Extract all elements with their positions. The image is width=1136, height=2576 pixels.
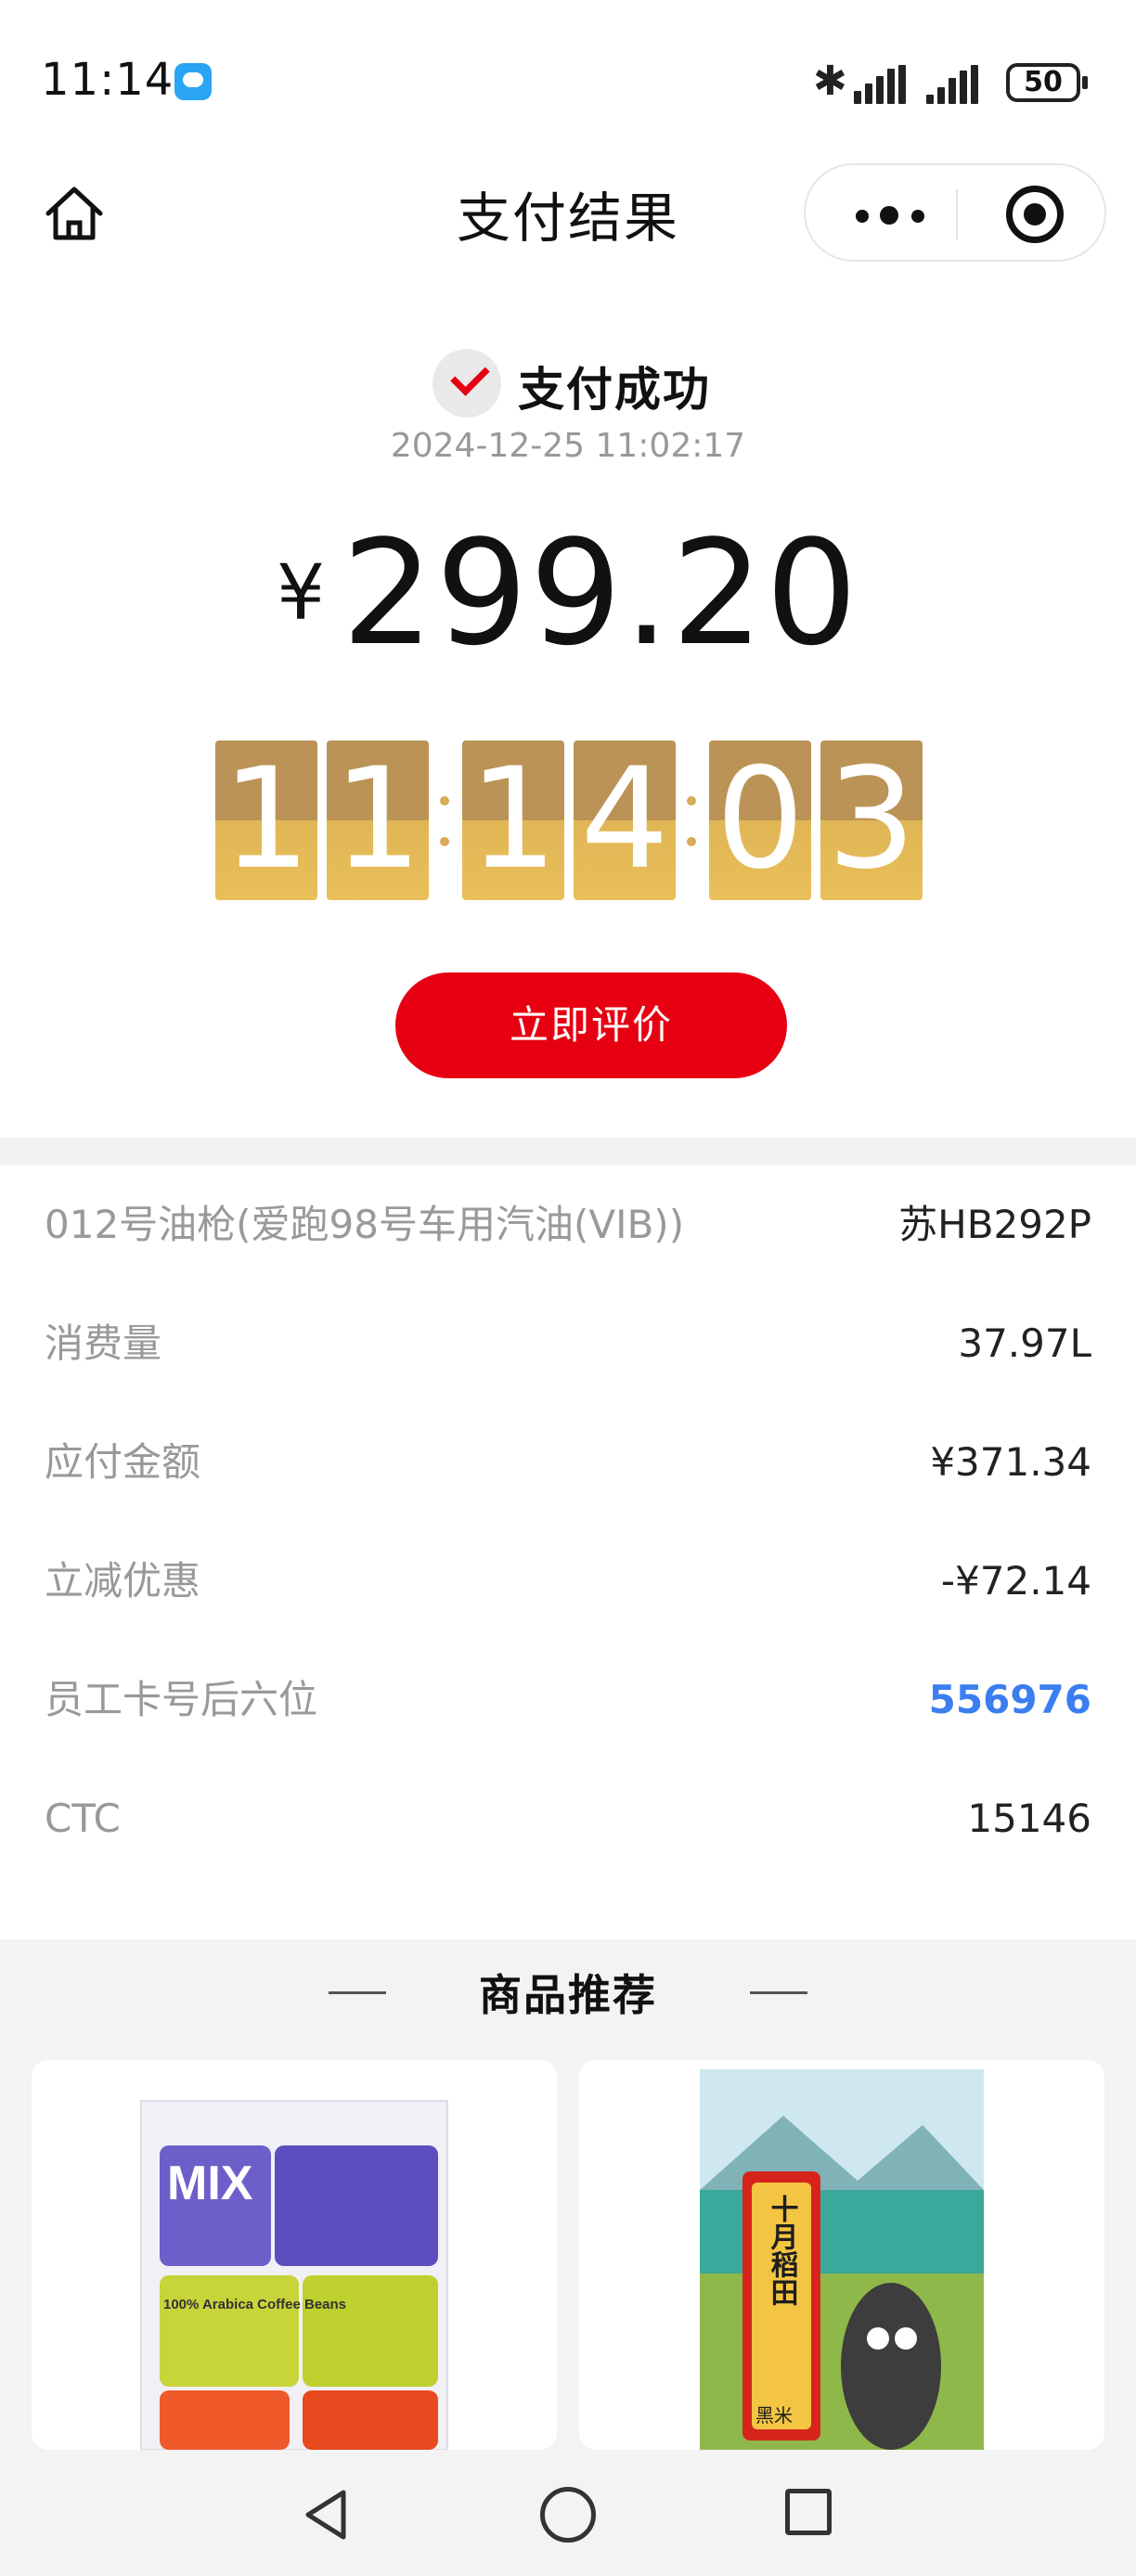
detail-label: 立减优惠 [45, 1558, 201, 1604]
amount-value: 299.20 [342, 509, 860, 677]
detail-label: 消费量 [45, 1320, 162, 1366]
back-icon[interactable] [299, 2487, 355, 2543]
detail-label: 应付金额 [45, 1439, 201, 1485]
signal-icon [854, 65, 906, 104]
detail-row-employee-card: 员工卡号后六位 556976 [0, 1641, 1136, 1759]
clock-colon [434, 741, 455, 900]
home-circle-icon[interactable] [540, 2487, 596, 2543]
detail-row-nozzle: 012号油枪(爱跑98号车用汽油(VIB)) 苏HB292P [0, 1166, 1136, 1284]
coffee-sub-text: 100% Arabica Coffee Beans [163, 2297, 346, 2312]
clock-digit: 0 [709, 741, 811, 900]
status-bar: 11:14 ✱ 50 [0, 0, 1136, 167]
message-notification-icon [174, 63, 212, 100]
close-miniprogram-icon[interactable] [1006, 186, 1064, 243]
product-recommendations: 商品推荐 MIX 100% Arabica Coffee Beans 十月稻田 [0, 1939, 1136, 2450]
detail-row-ctc: CTC 15146 [0, 1759, 1136, 1878]
payment-status: 支付成功 [518, 363, 711, 417]
currency-symbol: ¥ [276, 549, 326, 638]
detail-row-discount: 立减优惠 -¥72.14 [0, 1522, 1136, 1641]
system-navigation-bar [0, 2450, 1136, 2576]
capsule-divider [956, 189, 958, 239]
payment-datetime: 2024-12-25 11:02:17 [390, 427, 746, 465]
recommend-title: 商品推荐 [479, 1970, 657, 2020]
detail-label: 员工卡号后六位 [45, 1677, 318, 1722]
detail-value: 37.97L [958, 1320, 1091, 1366]
status-time: 11:14 [41, 54, 174, 106]
detail-label: 012号油枪(爱跑98号车用汽油(VIB)) [45, 1202, 685, 1247]
signal-icon-2 [926, 65, 978, 104]
detail-row-payable: 应付金额 ¥371.34 [0, 1403, 1136, 1522]
flip-clock: 1 1 1 4 0 3 [215, 741, 923, 900]
title-line-right [750, 1991, 807, 1994]
detail-row-volume: 消费量 37.97L [0, 1284, 1136, 1403]
rice-brand-text: 十月稻田 [766, 2195, 799, 2306]
section-divider [0, 1138, 1136, 1166]
clock-digit: 4 [574, 741, 676, 900]
rice-sub-text: 黑米 [755, 2404, 793, 2427]
employee-card-link[interactable]: 556976 [929, 1641, 1091, 1759]
detail-value: ¥371.34 [930, 1439, 1091, 1485]
coffee-brand-text: MIX [167, 2157, 253, 2210]
product-card[interactable]: MIX 100% Arabica Coffee Beans [32, 2060, 557, 2450]
coffee-product-image: MIX 100% Arabica Coffee Beans [32, 2060, 557, 2450]
clock-colon [681, 741, 702, 900]
clock-digit: 1 [462, 741, 564, 900]
clock-digit: 1 [327, 741, 429, 900]
detail-value: -¥72.14 [940, 1558, 1091, 1604]
success-check-icon [432, 349, 501, 418]
payment-amount: ¥299.20 [0, 509, 1136, 677]
review-button[interactable]: 立即评价 [395, 972, 787, 1078]
recent-apps-icon[interactable] [785, 2489, 832, 2535]
miniprogram-capsule [804, 163, 1106, 262]
bluetooth-icon: ✱ [813, 58, 847, 105]
clock-digit: 1 [215, 741, 317, 900]
more-icon[interactable] [852, 193, 936, 236]
rice-product-image: 十月稻田 黑米 [579, 2060, 1104, 2450]
product-card[interactable]: 十月稻田 黑米 [579, 2060, 1104, 2450]
battery-icon: 50 [1006, 63, 1088, 102]
detail-value: 15146 [967, 1796, 1091, 1841]
detail-label: CTC [45, 1796, 121, 1841]
detail-value: 苏HB292P [898, 1202, 1091, 1247]
clock-digit: 3 [820, 741, 923, 900]
